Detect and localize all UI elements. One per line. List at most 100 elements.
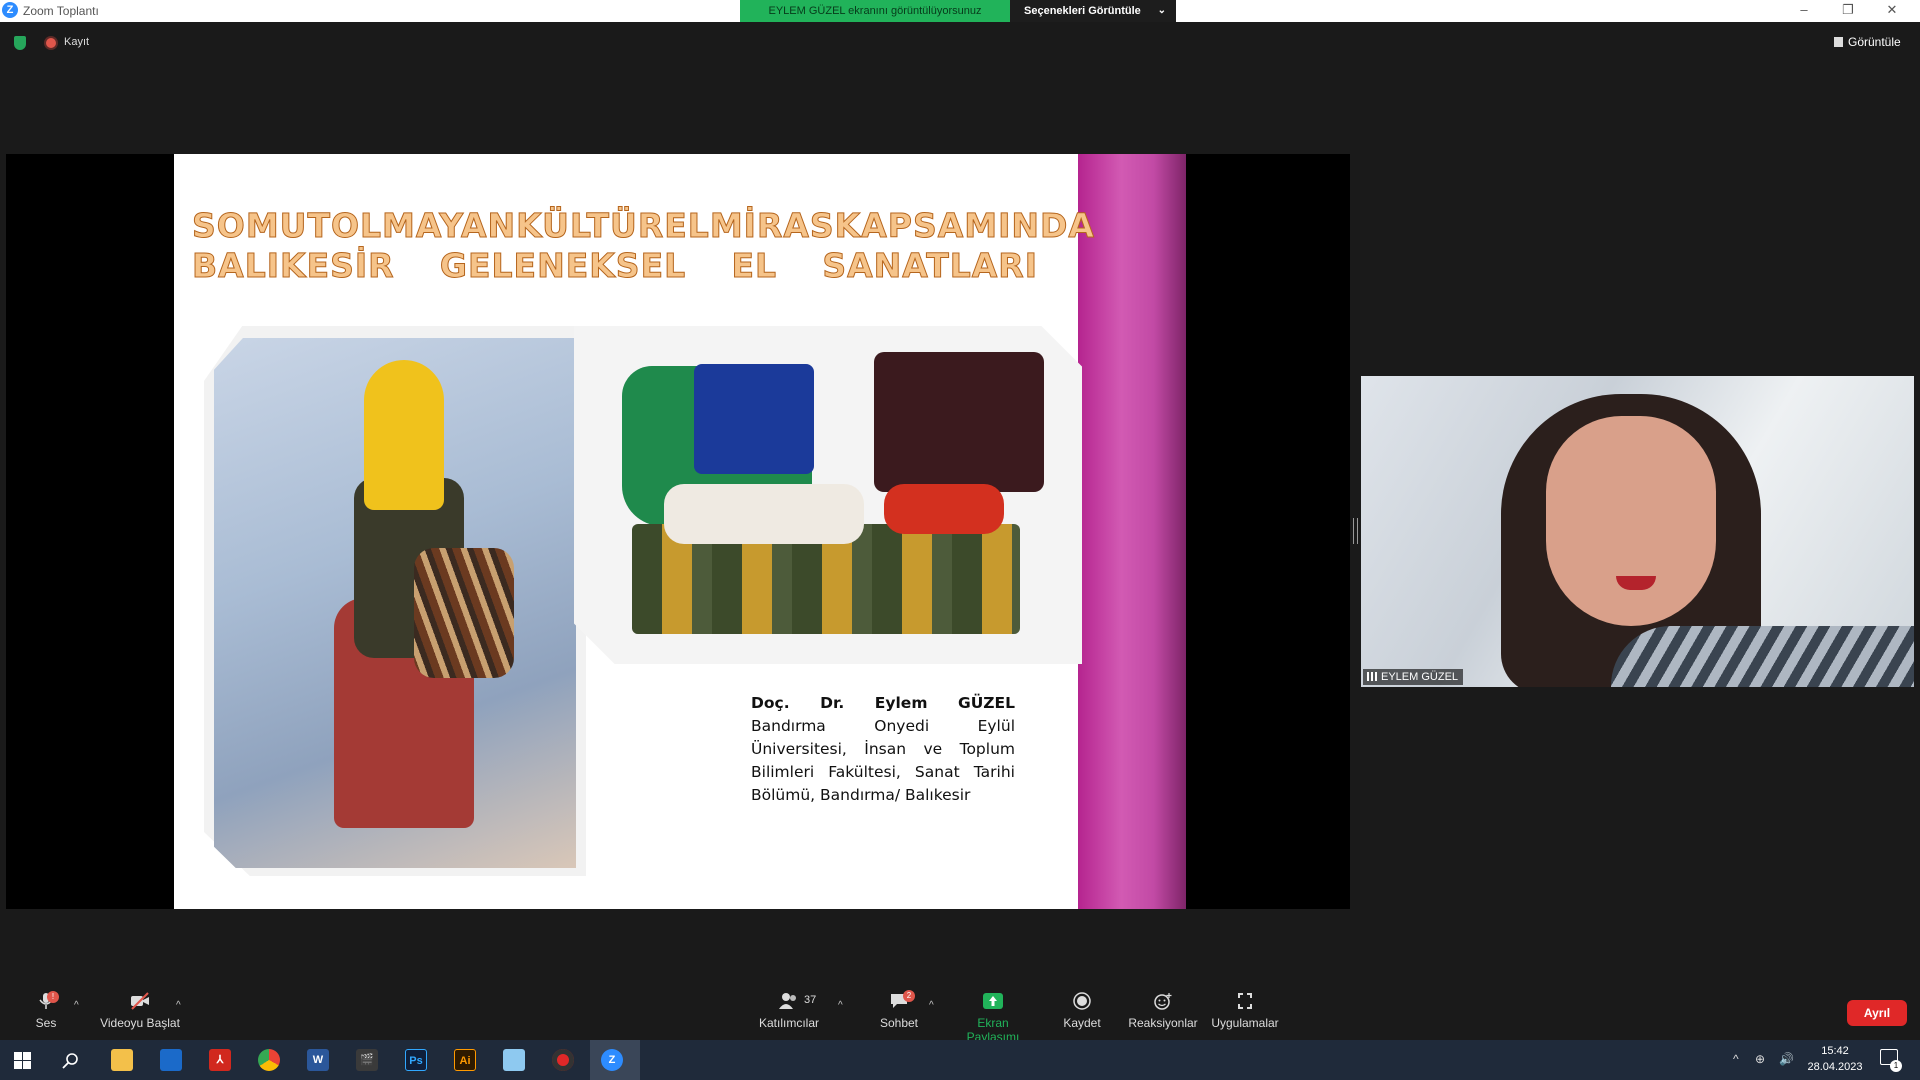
chevron-down-icon: ⌄ [1157,5,1166,16]
title-word: SOMUT [192,206,331,246]
chat-button[interactable]: Sohbet [859,992,939,1030]
record-label: Kaydet [1063,1016,1101,1030]
title-word: BALIKESİR [192,246,395,286]
chat-options-caret-icon[interactable]: ^ [929,1000,934,1011]
photo-detail-scarf [364,360,444,510]
author-name-part: Doç. [751,694,790,712]
participants-icon [779,993,796,1009]
illustrator-icon[interactable]: Ai [454,1049,476,1071]
participants-count: 37 [804,994,817,1006]
title-word: OLMAYAN [330,206,517,246]
search-icon[interactable] [62,1052,79,1069]
clock-time: 15:42 [1821,1045,1849,1057]
layout-icon [1834,37,1843,47]
view-layout-label: Görüntüle [1848,35,1901,49]
close-button[interactable]: ✕ [1870,0,1914,22]
presentation-slide: SOMUT OLMAYAN KÜLTÜREL MİRAS KAPSAMINDA … [174,154,1186,909]
title-word: MİRAS [709,206,835,246]
share-screen-button[interactable]: Ekran Paylaşımı [953,992,1033,1044]
word-icon[interactable]: W [307,1049,329,1071]
volume-icon[interactable]: 🔊 [1779,1052,1794,1066]
zoom-logo-icon: Z [2,2,18,18]
audio-alert-badge: ! [47,991,59,1003]
start-video-button[interactable]: Videoyu Başlat [100,992,180,1030]
audio-button[interactable]: Ses [6,992,86,1030]
leave-meeting-button[interactable]: Ayrıl [1847,1000,1907,1026]
apps-icon [1238,993,1252,1009]
clock-date: 28.04.2023 [1807,1061,1863,1073]
security-shield-icon[interactable] [14,36,26,50]
windows-taskbar [0,1040,1920,1080]
audio-label: Ses [35,1016,57,1030]
zoom-taskbar-icon[interactable]: Z [601,1049,623,1071]
recorder-icon[interactable] [552,1049,574,1071]
tray-overflow-chevron-icon[interactable]: ^ [1733,1052,1739,1066]
slide-title: SOMUT OLMAYAN KÜLTÜREL MİRAS KAPSAMINDA … [192,206,1095,286]
panel-splitter-handle[interactable] [1353,518,1358,544]
screen-share-banner: EYLEM GÜZEL ekranını görüntülüyorsunuz [740,0,1010,22]
pen-app-icon[interactable] [503,1049,525,1071]
chest-photo-textile [694,364,814,474]
author-info: Doç. Dr. Eylem GÜZEL Bandırma Onyedi Eyl… [751,692,1015,807]
record-icon [46,38,56,48]
app-title: Zoom Toplantı [23,4,99,18]
reactions-label: Reaksiyonlar [1128,1016,1198,1030]
globe-icon[interactable]: ⊕ [1755,1052,1765,1066]
author-name-part: Eylem [874,694,928,712]
participants-options-caret-icon[interactable]: ^ [838,1000,843,1011]
photoshop-icon[interactable]: Ps [405,1049,427,1071]
record-button[interactable]: Kaydet [1042,992,1122,1030]
audio-options-caret-icon[interactable]: ^ [74,1000,79,1011]
video-editor-icon[interactable]: 🎬 [356,1049,378,1071]
view-layout-button[interactable]: Görüntüle [1834,35,1901,49]
record-status-label[interactable]: Kayıt [64,36,89,48]
woman-photo [214,338,576,868]
view-options-button[interactable]: Seçenekleri Görüntüle ⌄ [1010,0,1176,22]
shared-screen: SOMUT OLMAYAN KÜLTÜREL MİRAS KAPSAMINDA … [6,154,1350,909]
chest-photo-textile [874,352,1044,492]
photo-detail-bag [414,548,514,678]
author-name-part: GÜZEL [957,694,1015,712]
participant-video-tile[interactable]: EYLEM GÜZEL [1361,376,1914,687]
chat-label: Sohbet [879,1016,919,1030]
record-circle-icon [1073,992,1091,1010]
video-off-icon [131,992,149,1010]
author-affiliation: Bandırma Onyedi Eylül Üniversitesi, İnsa… [751,717,1015,804]
participants-button[interactable]: Katılımcılar [749,992,829,1030]
reactions-button[interactable]: Reaksiyonlar [1123,992,1203,1030]
apps-label: Uygulamalar [1211,1016,1279,1030]
video-options-caret-icon[interactable]: ^ [176,1000,181,1011]
participant-name-tag: EYLEM GÜZEL [1363,669,1464,685]
chest-photo-textile [664,484,864,544]
title-word: SANATLARI [822,246,1038,286]
chest-photo-textile [884,484,1004,534]
minimize-button[interactable]: – [1782,0,1826,22]
file-explorer-icon[interactable] [111,1049,133,1071]
participant-name: EYLEM GÜZEL [1381,671,1459,683]
author-name: Doç. Dr. Eylem GÜZEL [751,692,1015,715]
slide-accent-bar [1078,154,1186,909]
notifications-badge: 1 [1890,1060,1902,1072]
window-titlebar: Z Zoom Toplantı EYLEM GÜZEL ekranını gör… [0,0,1920,22]
author-name-part: Dr. [820,694,845,712]
participants-label: Katılımcılar [758,1016,819,1030]
system-clock[interactable]: 15:42 28.04.2023 [1800,1043,1870,1075]
title-word: GELENEKSEL [439,246,687,286]
view-options-label: Seçenekleri Görüntüle [1024,5,1141,17]
chat-unread-badge: 2 [903,990,915,1002]
slide-title-row: BALIKESİR GELENEKSEL EL SANATLARI [192,246,1038,286]
title-word: EL [731,246,778,286]
video-detail-shirt [1611,626,1914,687]
windows-start-icon[interactable] [14,1052,31,1069]
screen-app-icon[interactable] [160,1049,182,1071]
video-detail-face [1546,416,1716,626]
slide-title-row: SOMUT OLMAYAN KÜLTÜREL MİRAS KAPSAMINDA [192,206,1095,246]
signal-bars-icon [1367,672,1377,681]
title-word: KÜLTÜREL [516,206,710,246]
title-word: KAPSAMINDA [834,206,1095,246]
apps-button[interactable]: Uygulamalar [1205,992,1285,1030]
smiley-icon [1154,993,1172,1010]
acrobat-icon[interactable]: ⅄ [209,1049,231,1071]
chrome-icon[interactable] [258,1049,280,1071]
restore-button[interactable]: ❐ [1826,0,1870,22]
